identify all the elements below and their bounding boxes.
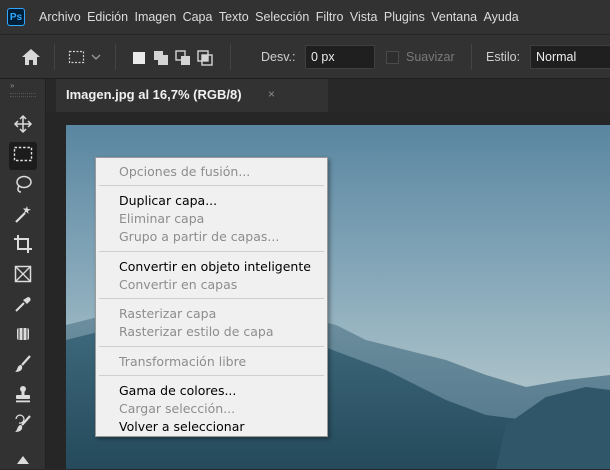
frame-tool[interactable] xyxy=(9,262,37,290)
menu-imagen[interactable]: Imagen xyxy=(134,10,176,24)
magic-wand-icon xyxy=(13,204,33,229)
menu-item-transformacion-libre[interactable]: Transformación libre xyxy=(119,354,246,369)
menu-ayuda[interactable]: Ayuda xyxy=(484,10,519,24)
crop-tool[interactable] xyxy=(9,232,37,260)
menu-bar: Ps Archivo Edición Imagen Capa Texto Sel… xyxy=(0,0,610,34)
add-to-selection-icon[interactable] xyxy=(152,49,170,67)
brush-tool[interactable] xyxy=(9,352,37,380)
menu-vista[interactable]: Vista xyxy=(350,10,378,24)
menu-item-gama-colores[interactable]: Gama de colores... xyxy=(119,383,236,398)
move-icon xyxy=(13,114,33,139)
eyedropper-tool[interactable] xyxy=(9,292,37,320)
more-tools[interactable] xyxy=(9,442,37,470)
separator xyxy=(471,44,472,70)
document-tab[interactable]: Imagen.jpg al 16,7% (RGB/8) × xyxy=(56,79,328,112)
magic-wand-tool[interactable] xyxy=(9,202,37,230)
collapse-panel-icon[interactable]: » xyxy=(10,81,14,90)
menu-separator xyxy=(99,375,324,376)
menu-texto[interactable]: Texto xyxy=(219,10,249,24)
feather-label: Desv.: xyxy=(261,50,296,64)
lasso-tool[interactable] xyxy=(9,172,37,200)
subtract-from-selection-icon[interactable] xyxy=(174,49,192,67)
menu-plugins[interactable]: Plugins xyxy=(384,10,425,24)
document-tab-bar: Imagen.jpg al 16,7% (RGB/8) × xyxy=(46,79,610,112)
menu-separator xyxy=(99,185,324,186)
move-tool[interactable] xyxy=(9,112,37,140)
menu-item-objeto-inteligente[interactable]: Convertir en objeto inteligente xyxy=(119,259,311,274)
stamp-icon xyxy=(13,384,33,409)
spot-healing-tool[interactable] xyxy=(9,322,37,350)
marquee-preset-icon[interactable] xyxy=(68,48,102,66)
style-select[interactable]: Normal xyxy=(530,45,610,69)
separator xyxy=(54,44,55,70)
menu-item-opciones-fusion[interactable]: Opciones de fusión... xyxy=(119,164,250,179)
menu-archivo[interactable]: Archivo xyxy=(39,10,81,24)
menu-item-convertir-capas[interactable]: Convertir en capas xyxy=(119,277,237,292)
close-icon[interactable]: × xyxy=(268,87,275,101)
feather-input[interactable]: 0 px xyxy=(305,45,375,69)
menu-item-eliminar-capa[interactable]: Eliminar capa xyxy=(119,211,204,226)
menu-item-duplicar-capa[interactable]: Duplicar capa... xyxy=(119,193,217,208)
antialias-label: Suavizar xyxy=(406,50,455,64)
options-bar: Desv.: 0 px Suavizar Estilo: Normal xyxy=(0,34,610,79)
menu-seleccion[interactable]: Selección xyxy=(255,10,309,24)
new-selection-icon[interactable] xyxy=(130,49,148,67)
menu-ventana[interactable]: Ventana xyxy=(431,10,477,24)
marquee-icon xyxy=(13,145,33,168)
separator xyxy=(115,44,116,70)
menu-item-cargar-seleccion[interactable]: Cargar selección... xyxy=(119,401,235,416)
eyedropper-icon xyxy=(13,294,33,319)
crop-icon xyxy=(13,234,33,259)
menu-items: Archivo Edición Imagen Capa Texto Selecc… xyxy=(39,0,525,34)
menu-separator xyxy=(99,298,324,299)
intersect-selection-icon[interactable] xyxy=(196,49,214,67)
style-label: Estilo: xyxy=(486,50,521,64)
menu-separator xyxy=(99,251,324,252)
triangle-icon xyxy=(13,444,33,469)
healing-brush-icon xyxy=(13,324,33,349)
menu-capa[interactable]: Capa xyxy=(183,10,213,24)
clone-stamp-tool[interactable] xyxy=(9,382,37,410)
antialias-checkbox[interactable] xyxy=(386,51,399,64)
tools-panel: » xyxy=(0,79,46,469)
lasso-icon xyxy=(13,174,33,199)
menu-separator xyxy=(99,346,324,347)
frame-icon xyxy=(13,264,33,289)
separator xyxy=(230,44,231,70)
history-brush-tool[interactable] xyxy=(9,412,37,440)
history-brush-icon xyxy=(13,414,33,439)
rectangular-marquee-tool[interactable] xyxy=(9,142,37,170)
menu-item-rasterizar-capa[interactable]: Rasterizar capa xyxy=(119,306,216,321)
menu-item-grupo-capas[interactable]: Grupo a partir de capas... xyxy=(119,229,279,244)
menu-item-rasterizar-estilo[interactable]: Rasterizar estilo de capa xyxy=(119,324,274,339)
document-tab-title: Imagen.jpg al 16,7% (RGB/8) xyxy=(66,87,242,102)
brush-icon xyxy=(13,354,33,379)
menu-item-volver-seleccionar[interactable]: Volver a seleccionar xyxy=(119,419,245,434)
photoshop-logo-icon[interactable]: Ps xyxy=(7,8,25,26)
menu-edicion[interactable]: Edición xyxy=(87,10,128,24)
panel-grip[interactable] xyxy=(10,93,36,97)
menu-filtro[interactable]: Filtro xyxy=(316,10,344,24)
home-icon[interactable] xyxy=(20,47,42,67)
layer-context-menu: Opciones de fusión... Duplicar capa... E… xyxy=(95,157,328,437)
